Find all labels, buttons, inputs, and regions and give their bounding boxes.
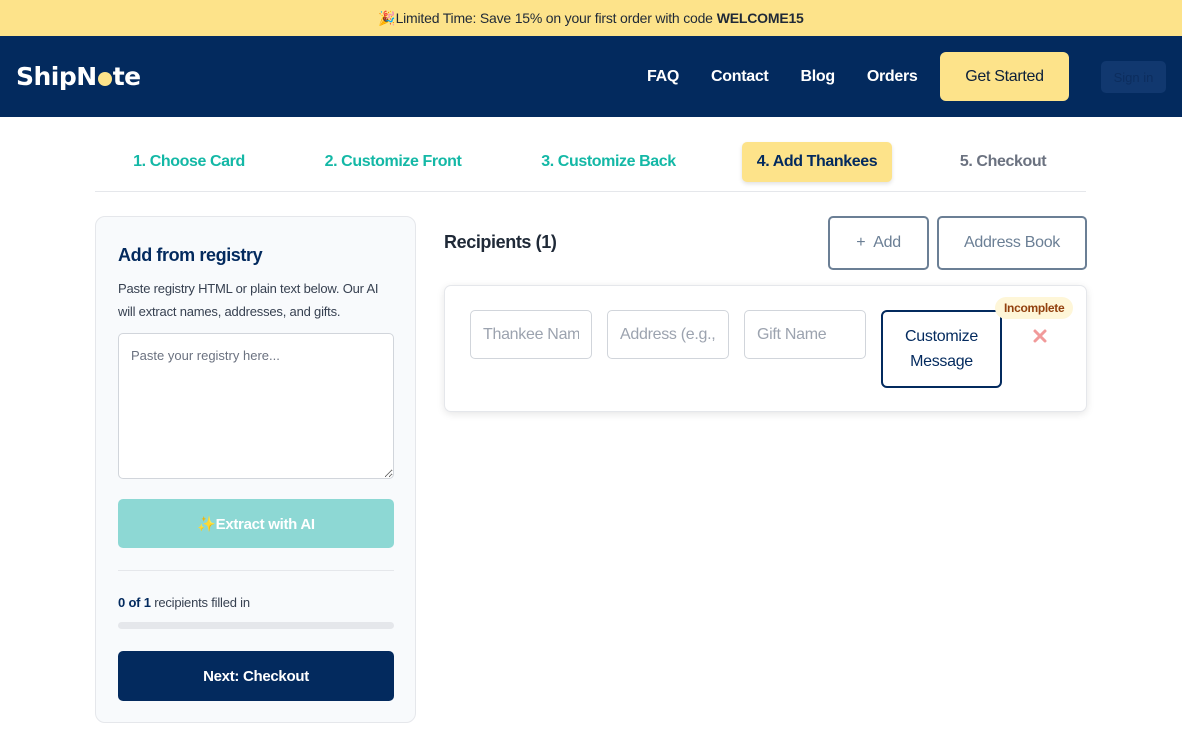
step-checkout[interactable]: 5. Checkout — [947, 142, 1059, 182]
address-book-button[interactable]: Address Book — [937, 216, 1087, 270]
shipnote-logo[interactable]: ShipN te — [16, 62, 141, 91]
logo-dot-icon — [97, 71, 112, 86]
recipient-card: Customize Message Incomplete — [444, 285, 1087, 412]
registry-description: Paste registry HTML or plain text below.… — [118, 281, 379, 319]
next-checkout-button[interactable]: Next: Checkout — [118, 651, 394, 701]
add-recipient-button[interactable]: + Add — [828, 216, 929, 270]
party-popper-icon: 🎉 — [378, 9, 396, 26]
step-customize-back[interactable]: 3. Customize Back — [530, 142, 687, 182]
thankee-name-input[interactable] — [470, 310, 592, 359]
registry-input[interactable] — [118, 333, 394, 479]
customize-message-button[interactable]: Customize Message — [881, 310, 1002, 388]
plus-icon: + — [856, 234, 866, 251]
step-customize-front[interactable]: 2. Customize Front — [314, 142, 472, 182]
checkout-steps: 1. Choose Card 2. Customize Front 3. Cus… — [95, 117, 1086, 192]
registry-panel: Add from registry Paste registry HTML or… — [95, 216, 416, 723]
remove-recipient-icon[interactable] — [1032, 328, 1048, 344]
address-input[interactable] — [607, 310, 729, 359]
nav-contact[interactable]: Contact — [711, 68, 769, 86]
promo-text: Limited Time: Save 15% on your first ord… — [395, 10, 713, 26]
status-badge: Incomplete — [995, 297, 1074, 319]
nav-blog[interactable]: Blog — [800, 68, 835, 86]
get-started-button[interactable]: Get Started — [940, 52, 1069, 101]
extract-with-ai-button[interactable]: ✨Extract with AI — [118, 499, 394, 548]
recipients-progress-bar — [118, 622, 394, 629]
nav-orders[interactable]: Orders — [867, 68, 918, 86]
promo-banner: 🎉 Limited Time: Save 15% on your first o… — [0, 0, 1182, 36]
registry-title: Add from registry — [118, 245, 263, 265]
main-nav: FAQ Contact Blog Orders — [647, 36, 950, 117]
divider — [118, 570, 394, 571]
sign-in-button[interactable]: Sign in — [1101, 61, 1166, 93]
site-header: ShipN te FAQ Contact Blog Orders Get Star… — [0, 36, 1182, 117]
gift-name-input[interactable] — [744, 310, 866, 359]
step-add-thankees[interactable]: 4. Add Thankees — [742, 142, 892, 182]
nav-faq[interactable]: FAQ — [647, 68, 679, 86]
recipients-filled-count: 0 of 1 recipients filled in — [118, 595, 250, 610]
step-choose-card[interactable]: 1. Choose Card — [118, 142, 260, 182]
promo-code: WELCOME15 — [716, 10, 804, 26]
recipients-title: Recipients (1) — [444, 232, 557, 252]
